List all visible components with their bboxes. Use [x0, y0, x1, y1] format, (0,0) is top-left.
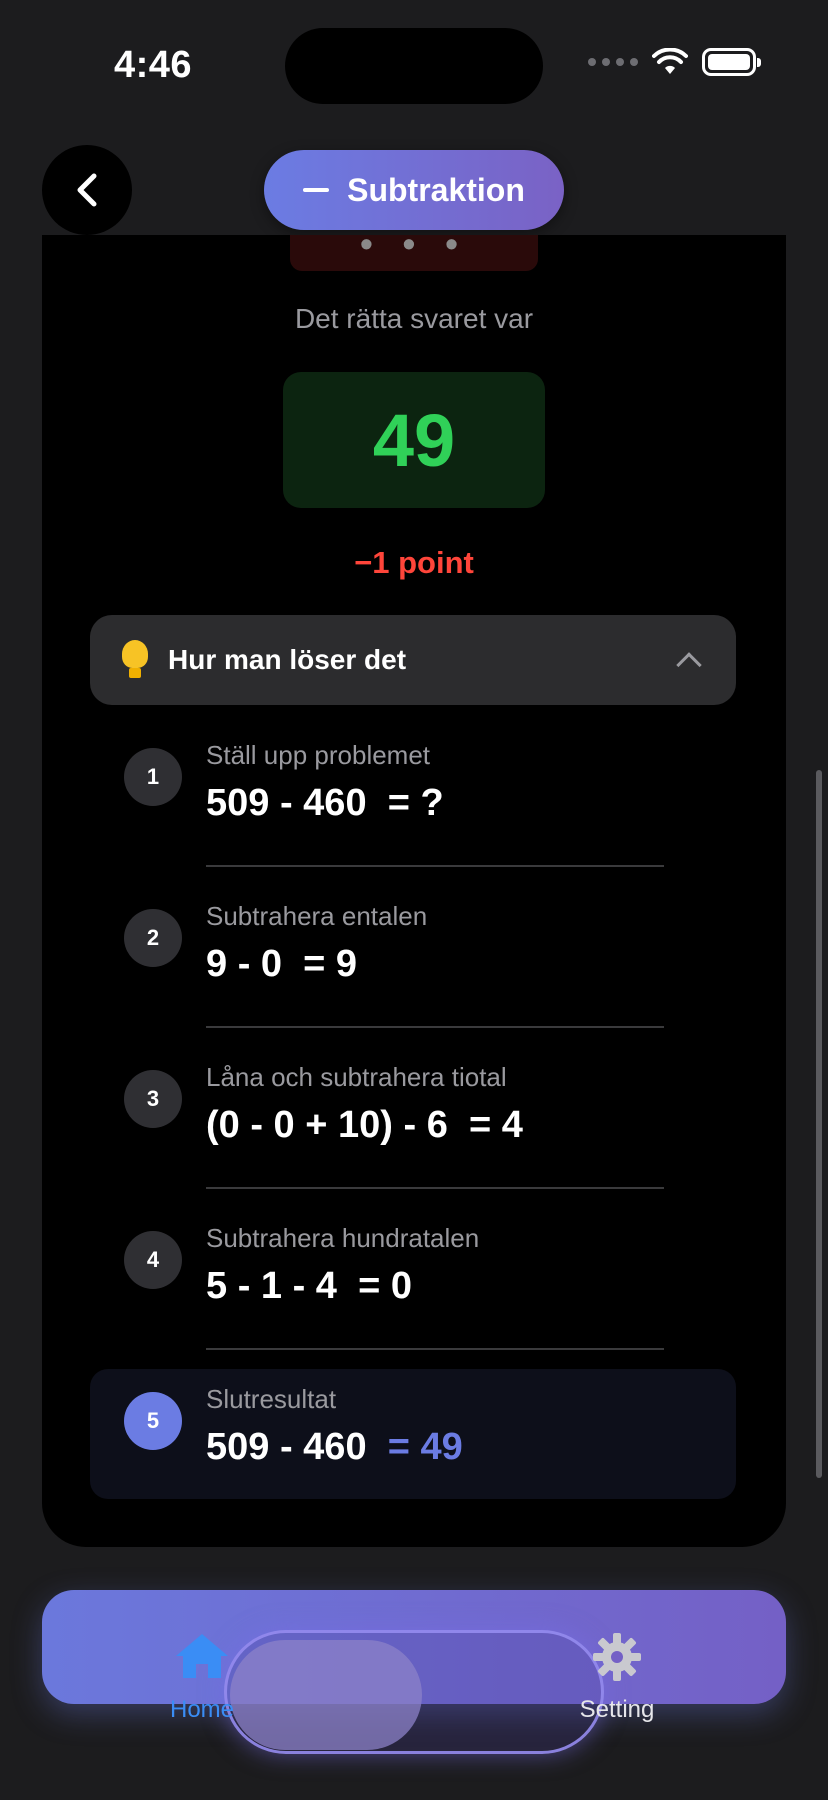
minus-icon [303, 188, 330, 192]
result-card: • • • Det rätta svaret var 49 −1 point H… [42, 235, 786, 1547]
howto-label: Hur man löser det [168, 644, 407, 675]
chevron-up-icon [676, 652, 702, 678]
step-expression: (0 - 0 + 10) - 6 = 4 [206, 1104, 523, 1147]
page-title: Subtraktion [347, 171, 525, 208]
battery-icon [702, 48, 761, 76]
tab-selection-knob[interactable] [230, 1640, 422, 1750]
operation-title-pill: Subtraktion [264, 150, 564, 230]
step-result: = 49 [387, 1426, 463, 1468]
step-expression: 509 - 460 = ? [206, 782, 444, 825]
correct-answer-box: 49 [283, 372, 545, 508]
step-title: Subtrahera hundratalen [206, 1223, 480, 1253]
step-result: = 4 [468, 1104, 523, 1146]
step-expr: 509 - 460 [206, 782, 367, 824]
step-number: 5 [124, 1392, 182, 1450]
step-title: Slutresultat [206, 1384, 337, 1414]
step-expression: 509 - 460 = 49 [206, 1426, 463, 1469]
status-time: 4:46 [114, 44, 193, 86]
gear-icon[interactable] [592, 1632, 642, 1682]
signal-icon [588, 58, 638, 66]
step-result: = 0 [358, 1265, 412, 1307]
step-expr: (0 - 0 + 10) - 6 [206, 1104, 448, 1146]
status-indicators [588, 48, 761, 76]
step-number: 1 [124, 748, 182, 806]
scrollbar[interactable] [816, 770, 822, 1478]
back-button[interactable] [42, 145, 132, 235]
user-answer-tile: • • • [290, 235, 538, 271]
step-number: 3 [124, 1070, 182, 1128]
home-icon[interactable] [174, 1632, 230, 1680]
wifi-icon [652, 48, 688, 74]
step-divider [206, 1187, 664, 1189]
step-expr: 5 - 1 - 4 [206, 1265, 337, 1307]
step-result: = 9 [303, 943, 358, 985]
correct-answer-label: Det rätta svaret var [294, 303, 534, 334]
lightbulb-icon [122, 640, 148, 680]
step-expression: 9 - 0 = 9 [206, 943, 357, 986]
step-title: Ställ upp problemet [206, 740, 431, 770]
chevron-left-icon [77, 173, 97, 207]
step-result: = ? [387, 782, 444, 824]
dynamic-island [285, 28, 543, 104]
step-divider [206, 1348, 664, 1350]
step-number: 2 [124, 909, 182, 967]
step-divider [206, 865, 664, 867]
step-expr: 509 - 460 [206, 1426, 367, 1468]
tab-setting[interactable]: Setting [560, 1696, 674, 1724]
howto-toggle[interactable]: Hur man löser det [90, 615, 736, 705]
penalty-text: −1 point [354, 545, 474, 580]
step-number: 4 [124, 1231, 182, 1289]
step-title: Subtrahera entalen [206, 901, 428, 931]
user-answer-digits-icon: • • • [360, 235, 468, 264]
step-divider [206, 1026, 664, 1028]
tab-home[interactable]: Home [150, 1696, 254, 1724]
step-expr: 9 - 0 [206, 943, 283, 985]
step-expression: 5 - 1 - 4 = 0 [206, 1265, 412, 1308]
correct-answer-value: 49 [372, 398, 456, 482]
step-title: Låna och subtrahera tiotal [206, 1062, 507, 1092]
